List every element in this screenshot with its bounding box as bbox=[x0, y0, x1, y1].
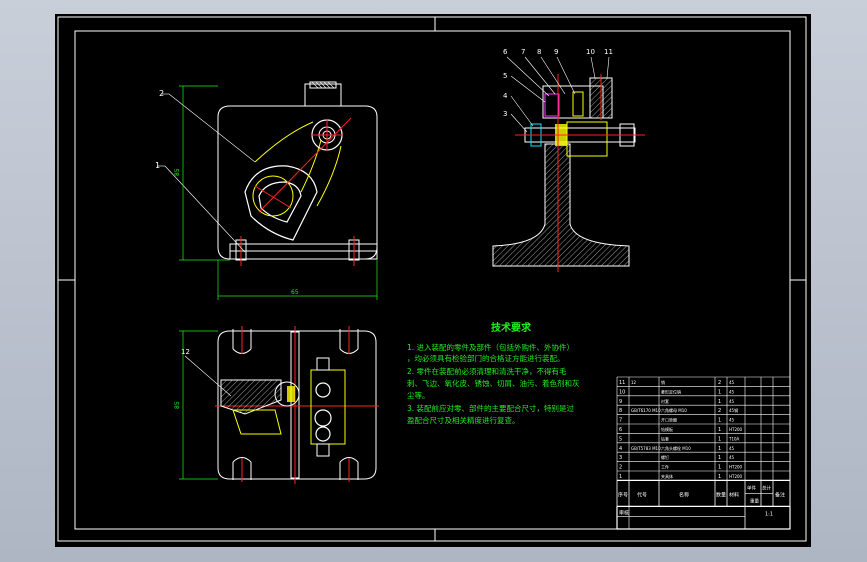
front-view: 2 1 65 85 bbox=[155, 81, 378, 300]
bom-row-name: 开口垫圈 bbox=[661, 417, 677, 423]
bom-header-qty: 数量 bbox=[716, 491, 726, 498]
bom-row-code: GB/T5783 M10 bbox=[631, 446, 661, 451]
bom-row-qty: 1 bbox=[718, 446, 721, 452]
bom-row-material: 45 bbox=[729, 446, 735, 451]
tech-req-line-2: ，均必须具有检验部门的合格证方能进行装配。 bbox=[407, 353, 565, 363]
bom-row-no: 10 bbox=[619, 389, 625, 395]
bom-row-no: 3 bbox=[619, 455, 622, 461]
bom-row-name: 钻模板 bbox=[661, 426, 673, 432]
callout-7: 7 bbox=[521, 48, 525, 56]
bom-row-name: 衬套 bbox=[661, 398, 669, 404]
drawing-frames bbox=[57, 16, 807, 542]
bom-row-qty: 1 bbox=[718, 455, 721, 461]
callout-8: 8 bbox=[537, 48, 541, 56]
tech-req-line-5: 尘等。 bbox=[407, 390, 430, 400]
bom-header-unit-weight: 单件 bbox=[747, 484, 756, 491]
tech-req-line-6: 3. 装配前应对零、部件的主要配合尺寸，特别是过 bbox=[407, 403, 575, 413]
bom-row-name: 工件 bbox=[661, 464, 669, 470]
bom-row-name: 六角头螺栓 M10 bbox=[661, 445, 691, 451]
callout-10: 10 bbox=[586, 48, 595, 56]
callout-2: 2 bbox=[159, 89, 164, 98]
bom-header-code: 代号 bbox=[637, 491, 647, 498]
bom-row-qty: 2 bbox=[718, 380, 721, 386]
bom-row-qty: 1 bbox=[718, 399, 721, 405]
callout-4: 4 bbox=[503, 92, 508, 100]
bom-row-material: 45 bbox=[729, 389, 735, 394]
plan-view: 12 85 bbox=[174, 326, 379, 484]
bom-header-weight: 重量 bbox=[750, 497, 759, 504]
bom-row-qty: 1 bbox=[718, 418, 721, 424]
tech-req-line-7: 盈配合尺寸及相关精度进行复查。 bbox=[407, 415, 520, 425]
plan-height-dim: 85 bbox=[174, 401, 181, 409]
bom-title-reviewer: 审核 bbox=[619, 509, 629, 516]
bom-row-no: 9 bbox=[619, 399, 622, 405]
bom-header-note: 备注 bbox=[775, 491, 785, 498]
bom-table: 11 12 销 2 4510 菱形定位销 1 459 衬套 1 458 GB/T6170 M10 六角螺… bbox=[616, 376, 791, 530]
bom-row-qty: 2 bbox=[718, 408, 721, 414]
bom-row-material: 45 bbox=[729, 399, 735, 404]
bom-row-qty: 1 bbox=[718, 474, 721, 480]
callout-6: 6 bbox=[503, 48, 508, 56]
side-view: 6 7 8 9 10 11 5 4 3 bbox=[492, 48, 645, 272]
bom-row-code: GB/T6170 M10 bbox=[631, 408, 661, 413]
tech-req-line-4: 刺、飞边、氧化皮、锈蚀、切屑、油污、着色剂和灰 bbox=[407, 378, 580, 388]
bom-header-total-weight: 总计 bbox=[762, 484, 771, 491]
bom-row-material: 45 bbox=[729, 418, 735, 423]
bom-row-qty: 1 bbox=[718, 389, 721, 395]
bom-row-code: 12 bbox=[631, 380, 637, 385]
bom-row-material: HT200 bbox=[729, 427, 743, 432]
callout-9: 9 bbox=[554, 48, 558, 56]
callout-12: 12 bbox=[181, 348, 190, 356]
tech-req-line-3: 2. 零件在装配前必须清理和清洗干净，不得有毛 bbox=[407, 366, 567, 376]
tech-req-line-1: 1. 进入装配的零件及部件（包括外购件、外协件） bbox=[407, 342, 574, 352]
bom-row-no: 11 bbox=[619, 380, 625, 386]
cad-drawing-viewport[interactable]: 2 1 65 85 6 7 8 9 10 11 5 4 3 12 85 技术要求… bbox=[55, 14, 811, 547]
callout-11: 11 bbox=[604, 48, 613, 56]
bom-row-no: 2 bbox=[619, 465, 622, 471]
technical-requirements: 技术要求 1. 进入装配的零件及部件（包括外购件、外协件） ，均必须具有检验部门… bbox=[407, 321, 580, 425]
callout-3: 3 bbox=[503, 110, 507, 118]
bom-row-qty: 1 bbox=[718, 436, 721, 442]
height-dim: 85 bbox=[174, 168, 181, 176]
bom-row-qty: 1 bbox=[718, 465, 721, 471]
bom-row-material: T10A bbox=[728, 436, 740, 441]
bom-header-name: 名称 bbox=[679, 491, 689, 498]
width-dim: 65 bbox=[291, 289, 299, 296]
bom-row-qty: 1 bbox=[718, 427, 721, 433]
callout-1: 1 bbox=[155, 161, 160, 170]
bom-header-material: 材料 bbox=[729, 491, 739, 498]
bom-row-name: 销 bbox=[661, 379, 665, 385]
bom-row-no: 8 bbox=[619, 408, 622, 414]
bom-row-material: HT200 bbox=[729, 465, 743, 470]
bom-row-name: 菱形定位销 bbox=[661, 388, 681, 394]
bom-row-name: 六角螺母 M10 bbox=[661, 407, 687, 413]
bom-row-name: 钻套 bbox=[661, 435, 669, 441]
bom-row-name: 夹具体 bbox=[661, 473, 673, 479]
bom-title-scale: 1:1 bbox=[765, 511, 773, 517]
callout-5: 5 bbox=[503, 72, 507, 80]
bom-row-material: 45 bbox=[729, 380, 735, 385]
bom-row-name: 螺钉 bbox=[661, 454, 669, 460]
bom-row-no: 7 bbox=[619, 418, 622, 424]
bom-row-no: 4 bbox=[619, 446, 622, 452]
bom-row-material: HT200 bbox=[729, 474, 743, 479]
bom-row-no: 5 bbox=[619, 436, 622, 442]
bom-row-material: 45钢 bbox=[729, 407, 738, 413]
bom-row-material: 45 bbox=[729, 455, 735, 460]
bom-row-no: 6 bbox=[619, 427, 622, 433]
tech-req-title: 技术要求 bbox=[491, 321, 532, 334]
bom-row-no: 1 bbox=[619, 474, 622, 480]
bom-header-no: 序号 bbox=[618, 491, 628, 498]
